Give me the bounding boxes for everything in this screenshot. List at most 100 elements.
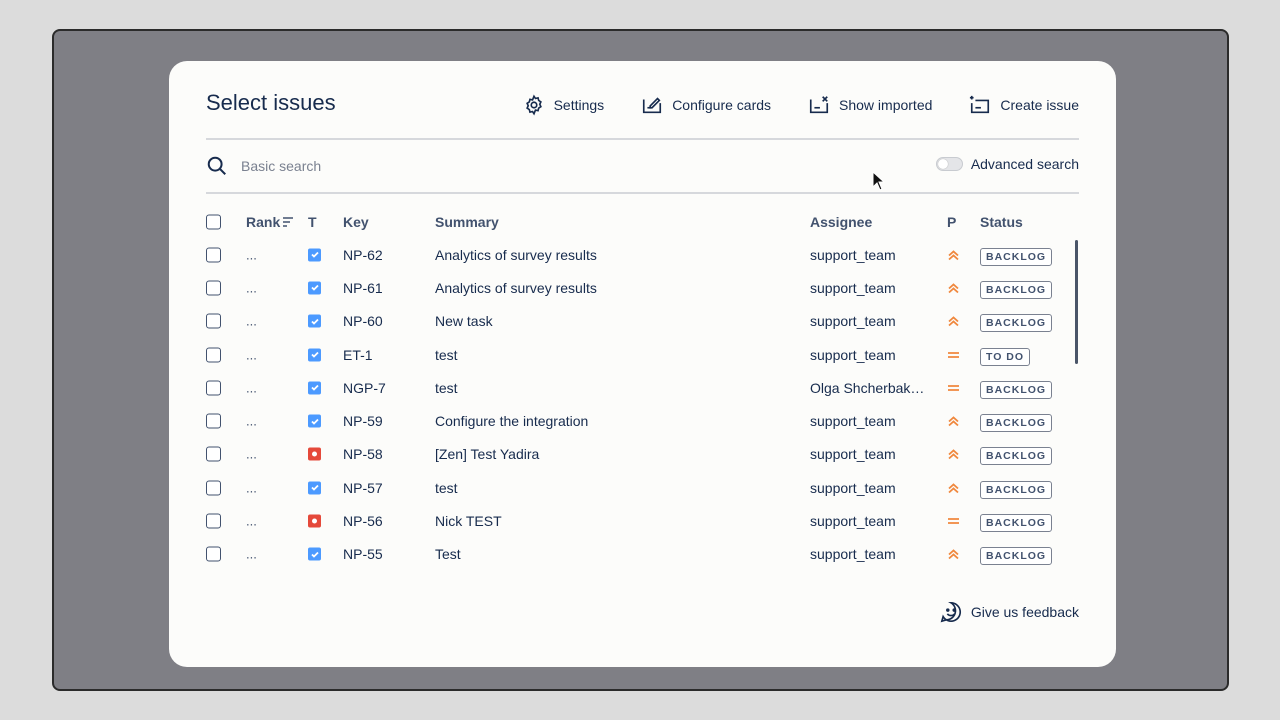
task-type-icon (308, 314, 321, 328)
settings-button[interactable]: Settings (523, 94, 605, 116)
assignee-cell: support_team (810, 279, 896, 296)
status-badge: BACKLOG (980, 280, 1053, 299)
summary-cell: Configure the integration (435, 413, 589, 430)
summary-cell: test (435, 379, 458, 396)
table-row[interactable]: ... NP-59 Configure the integration support… (206, 404, 1079, 437)
rank-cell[interactable]: ... (246, 380, 257, 395)
row-checkbox[interactable] (206, 380, 221, 396)
table-scrollbar[interactable] (1075, 240, 1078, 364)
task-type-icon (308, 414, 321, 428)
rank-cell[interactable]: ... (246, 447, 257, 462)
assignee-cell: support_team (810, 446, 896, 463)
double-chevron-up-icon (948, 483, 959, 493)
row-checkbox[interactable] (206, 413, 221, 429)
show-imported-button[interactable]: Show imported (808, 94, 932, 116)
priority-cell (947, 515, 960, 528)
row-checkbox[interactable] (206, 247, 221, 263)
row-checkbox[interactable] (206, 480, 221, 496)
basic-search-input[interactable] (241, 158, 801, 174)
table-row[interactable]: ... NP-58 [Zen] Test Yadira support_team BAC… (206, 438, 1079, 471)
rank-header[interactable]: Rank (246, 214, 294, 230)
status-badge: BACKLOG (980, 314, 1053, 333)
table-row[interactable]: ... NP-60 New task support_team BACKLOG (206, 305, 1079, 338)
type-cell (308, 514, 321, 528)
divider (206, 192, 1079, 194)
feedback-label: Give us feedback (970, 604, 1079, 620)
assignee-cell: support_team (810, 413, 896, 430)
rank-header-label: Rank (246, 214, 281, 230)
row-checkbox[interactable] (206, 347, 221, 363)
type-cell (308, 281, 321, 295)
key-cell: NP-58 (343, 446, 383, 463)
rank-cell[interactable]: ... (246, 347, 257, 362)
equals-icon (948, 518, 959, 524)
settings-label: Settings (553, 97, 605, 113)
type-cell (308, 414, 321, 428)
task-type-icon (308, 248, 321, 262)
type-header: T (308, 214, 317, 230)
rank-cell[interactable]: ... (246, 247, 257, 262)
advanced-search-label: Advanced search (970, 156, 1079, 172)
row-checkbox[interactable] (206, 446, 221, 462)
summary-cell: Nick TEST (435, 513, 502, 530)
rank-cell[interactable]: ... (246, 314, 257, 329)
rank-cell[interactable]: ... (246, 480, 257, 495)
table-row[interactable]: ... NP-56 Nick TEST support_team BACKLOG (206, 504, 1079, 537)
type-cell (308, 447, 321, 461)
type-cell (308, 348, 321, 362)
assignee-cell: support_team (810, 313, 896, 330)
table-row[interactable]: ... ET-1 test support_team TO DO (206, 338, 1079, 371)
select-all-checkbox[interactable] (206, 214, 221, 230)
status-cell: BACKLOG (980, 480, 1053, 499)
double-chevron-up-icon (948, 283, 959, 294)
priority-cell (947, 481, 960, 494)
key-cell: NP-59 (343, 413, 383, 430)
double-chevron-up-icon (948, 249, 959, 260)
assignee-cell: support_team (810, 546, 896, 563)
summary-cell: Test (435, 546, 461, 563)
mouse-cursor-icon (872, 171, 886, 191)
status-cell: BACKLOG (980, 513, 1053, 533)
key-cell: NP-55 (343, 546, 383, 563)
status-cell: BACKLOG (980, 413, 1053, 433)
rank-cell[interactable]: ... (246, 280, 257, 295)
row-checkbox[interactable] (206, 546, 221, 562)
status-badge: BACKLOG (980, 414, 1053, 433)
configure-cards-label: Configure cards (672, 97, 772, 113)
table-row[interactable]: ... NP-57 test support_team BACKLOG (206, 471, 1079, 504)
table-row[interactable]: ... NP-62 Analytics of survey results suppo… (206, 238, 1079, 271)
status-badge: TO DO (980, 347, 1031, 366)
status-cell: BACKLOG (980, 380, 1053, 399)
table-body: ... NP-62 Analytics of survey results suppo… (206, 238, 1079, 571)
show-imported-label: Show imported (839, 97, 933, 113)
assignee-header: Assignee (810, 214, 873, 230)
gear-icon (525, 94, 542, 116)
key-cell: NGP-7 (343, 379, 386, 396)
priority-cell (947, 415, 960, 428)
rank-cell[interactable]: ... (246, 547, 257, 562)
summary-cell: Analytics of survey results (435, 246, 597, 263)
summary-cell: [Zen] Test Yadira (435, 446, 540, 463)
rank-cell[interactable]: ... (246, 414, 257, 429)
give-feedback-button[interactable]: Give us feedback (940, 601, 1079, 623)
table-row[interactable]: ... NP-61 Analytics of survey results suppo… (206, 271, 1079, 304)
status-badge: BACKLOG (980, 514, 1053, 533)
rank-cell[interactable]: ... (246, 514, 257, 529)
key-cell: NP-61 (343, 279, 383, 296)
row-checkbox[interactable] (206, 280, 221, 296)
key-cell: NP-56 (343, 513, 383, 530)
row-checkbox[interactable] (206, 513, 221, 529)
summary-cell: test (435, 479, 458, 496)
row-checkbox[interactable] (206, 313, 221, 329)
table-row[interactable]: ... NP-55 Test support_team BACKLOG (206, 538, 1079, 571)
card-add-icon (970, 95, 990, 114)
configure-cards-button[interactable]: Configure cards (641, 94, 771, 116)
bug-type-icon (308, 447, 321, 461)
type-cell (308, 248, 321, 262)
card-import-icon (809, 96, 829, 114)
status-badge: BACKLOG (980, 547, 1053, 566)
table-row[interactable]: ... NGP-7 test Olga Shcherbako... BACKLOG (206, 371, 1079, 404)
advanced-search-toggle[interactable] (935, 157, 963, 171)
create-issue-label: Create issue (1000, 97, 1079, 113)
create-issue-button[interactable]: Create issue (969, 94, 1079, 116)
